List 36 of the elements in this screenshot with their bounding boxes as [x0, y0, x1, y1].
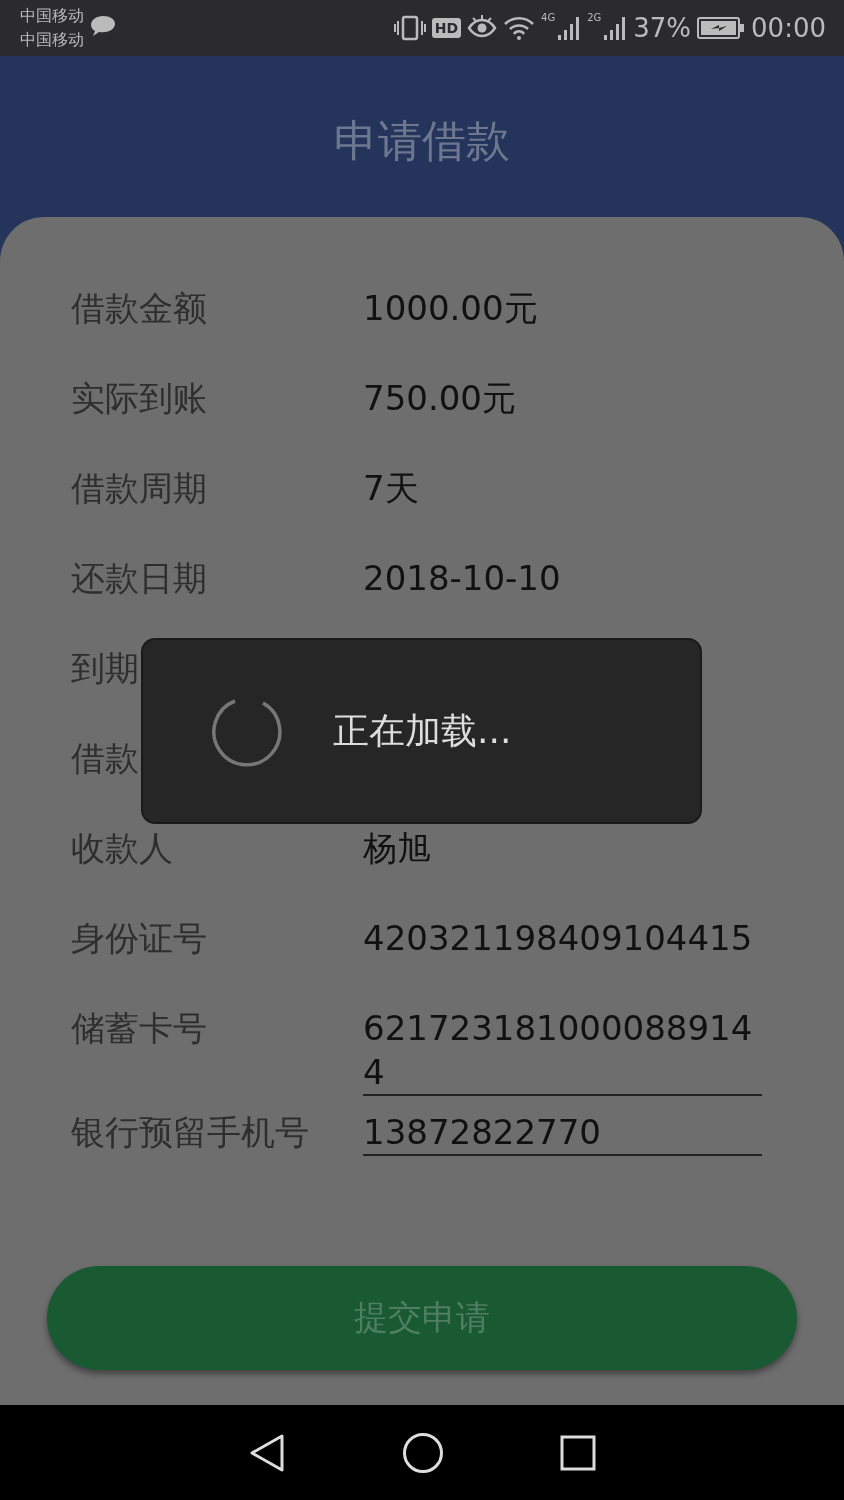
chat-bubble-icon — [90, 14, 116, 38]
field-label: 收款人 — [71, 827, 174, 870]
field-label: 实际到账 — [71, 377, 208, 420]
field-label: 还款日期 — [71, 557, 208, 600]
battery-percent: 37% — [633, 13, 692, 43]
battery-charging-icon — [697, 17, 746, 39]
network-type: 2G — [587, 12, 602, 23]
network-type: 4G — [541, 12, 556, 23]
field-label: 储蓄卡号 — [71, 1007, 208, 1050]
recents-icon[interactable] — [560, 1434, 596, 1471]
input-field[interactable]: 6217231810000889144 — [363, 1006, 762, 1096]
field-label: 到期 — [71, 647, 140, 690]
field-value: 420321198409104415 — [363, 917, 753, 960]
field-value: 750.00元 — [363, 377, 516, 420]
field-label: 借款周期 — [71, 467, 208, 510]
field-value: 7天 — [363, 467, 419, 510]
wifi-icon — [503, 15, 535, 41]
vibrate-icon — [393, 15, 426, 41]
back-icon[interactable] — [248, 1432, 286, 1473]
carrier-name: 中国移动 — [20, 5, 84, 27]
field-value: 杨旭 — [363, 827, 431, 870]
field-value: 1000.00元 — [363, 287, 538, 330]
field-label: 银行预留手机号 — [71, 1111, 310, 1154]
field-label: 借款金额 — [71, 287, 208, 330]
field-value: 2018-10-10 — [363, 557, 561, 600]
signal-icon — [557, 15, 582, 41]
home-icon[interactable] — [402, 1431, 444, 1474]
field-label: 借款 — [71, 737, 140, 780]
clock: 00:00 — [751, 13, 826, 43]
carrier-name: 中国移动 — [20, 29, 84, 51]
signal-icon — [603, 15, 628, 41]
hd-badge: HD — [431, 18, 461, 38]
page-title: 申请借款 — [334, 114, 510, 162]
field-label: 身份证号 — [71, 917, 208, 960]
input-field[interactable]: 13872822770 — [363, 1110, 762, 1156]
loading-message: 正在加载... — [333, 708, 512, 753]
